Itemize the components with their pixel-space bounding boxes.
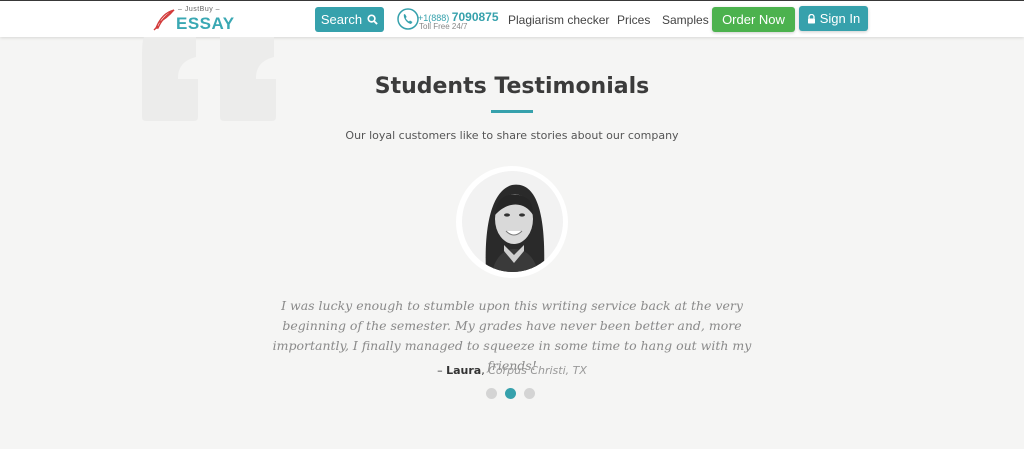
carousel-dots <box>486 388 540 399</box>
phone-subtext: Toll Free 24/7 <box>419 22 468 31</box>
avatar <box>462 171 563 272</box>
carousel-dot-2[interactable] <box>505 388 516 399</box>
author-location: Corpus Christi, TX <box>488 364 587 377</box>
author-dash: – <box>437 364 447 377</box>
carousel-dot-3[interactable] <box>524 388 535 399</box>
section-subtitle: Our loyal customers like to share storie… <box>345 129 679 142</box>
logo-text: ESSAY <box>176 14 235 33</box>
lock-icon <box>807 13 815 23</box>
carousel-dot-1[interactable] <box>486 388 497 399</box>
nav-plagiarism-checker[interactable]: Plagiarism checker <box>508 13 609 27</box>
author-name: Laura <box>446 364 482 377</box>
section-title: Students Testimonials <box>374 74 650 99</box>
phone-contact[interactable]: +1(888) 7090875 Toll Free 24/7 <box>397 7 499 33</box>
phone-icon <box>397 8 419 30</box>
search-button-label: Search <box>320 12 363 27</box>
order-now-button[interactable]: Order Now <box>712 7 795 32</box>
sign-in-button[interactable]: Sign In <box>799 6 868 31</box>
customer-photo <box>462 171 563 272</box>
site-header: – JustBuy – ESSAY Search +1(888) 7090875… <box>0 1 1024 37</box>
sign-in-label: Sign In <box>819 11 861 26</box>
search-button[interactable]: Search <box>315 7 384 32</box>
logo[interactable]: – JustBuy – ESSAY <box>152 6 235 34</box>
quill-icon <box>153 9 175 31</box>
nav-samples[interactable]: Samples <box>662 13 709 27</box>
title-underline <box>491 110 533 113</box>
logo-tagline: – JustBuy – <box>178 6 221 13</box>
search-icon <box>367 14 378 25</box>
testimonial-author: – Laura, Corpus Christi, TX <box>437 364 587 377</box>
nav-prices[interactable]: Prices <box>617 13 650 27</box>
